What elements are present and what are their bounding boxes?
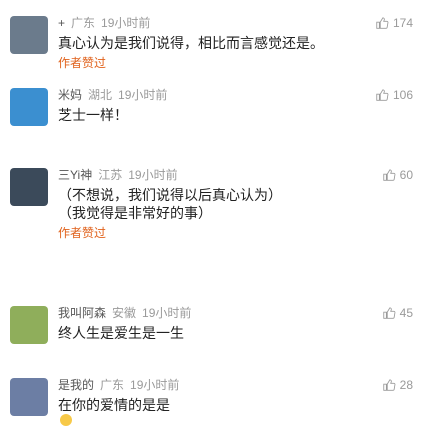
- thumbs-up-icon: [376, 17, 389, 29]
- comment-meta: 是我的 广东 19小时前: [58, 376, 179, 394]
- location: 安徽: [112, 306, 137, 320]
- comment-text: 在你的爱情的是是: [58, 396, 358, 426]
- location: 广东: [100, 378, 125, 392]
- comment-item: 三Yi神 江苏 19小时前 （不想说，我们说得以后真心认为） （我觉得是非常好的事）…: [0, 166, 425, 266]
- comment-item: + 广东 19小时前 真心认为是我们说得，相比而言感觉还是。 作者赞过 174: [0, 14, 425, 74]
- username[interactable]: 是我的: [58, 378, 94, 392]
- timestamp: 19小时前: [128, 168, 178, 182]
- comment-meta: 我叫阿森 安徽 19小时前: [58, 304, 191, 322]
- thumbs-up-icon: [382, 307, 396, 319]
- like-button[interactable]: 106: [375, 88, 413, 102]
- username[interactable]: 我叫阿森: [58, 306, 106, 320]
- location: 江苏: [98, 168, 123, 182]
- comment-line-text: 在你的爱情的是是: [58, 397, 170, 413]
- thumbs-up-icon: [382, 169, 396, 181]
- username[interactable]: +: [58, 16, 65, 30]
- comment-item: 米妈 湖北 19小时前 芝士一样！ 106: [0, 86, 425, 136]
- avatar[interactable]: [10, 16, 48, 54]
- thumbs-up-icon: [382, 379, 396, 391]
- timestamp: 19小时前: [118, 88, 168, 102]
- like-button[interactable]: 174: [375, 16, 413, 30]
- username[interactable]: 三Yi神: [58, 168, 92, 182]
- comment-meta: 米妈 湖北 19小时前: [58, 86, 167, 104]
- avatar[interactable]: [10, 168, 48, 206]
- comment-meta: + 广东 19小时前: [58, 14, 150, 32]
- timestamp: 19小时前: [130, 378, 180, 392]
- comment-line: （不想说，我们说得以后真心认为）: [58, 187, 282, 203]
- location: 湖北: [88, 88, 113, 102]
- comment-line: 终人生是爱生是一生: [58, 325, 184, 341]
- avatar[interactable]: [10, 88, 48, 126]
- comment-list: + 广东 19小时前 真心认为是我们说得，相比而言感觉还是。 作者赞过 174 米妈…: [0, 0, 425, 444]
- username[interactable]: 米妈: [58, 88, 82, 102]
- thumbs-up-icon: [376, 89, 389, 101]
- like-count: 106: [392, 88, 413, 102]
- like-count: 45: [399, 306, 413, 320]
- comment-text: 真心认为是我们说得，相比而言感觉还是。: [58, 34, 358, 52]
- like-button[interactable]: 45: [382, 306, 413, 320]
- comment-meta: 三Yi神 江苏 19小时前: [58, 166, 178, 184]
- like-count: 28: [399, 378, 413, 392]
- comment-text: 芝士一样！: [58, 106, 358, 124]
- timestamp: 19小时前: [101, 16, 151, 30]
- comment-line: 在你的爱情的是是: [58, 396, 358, 426]
- comment-line: 真心认为是我们说得，相比而言感觉还是。: [58, 35, 324, 51]
- comment-text: 终人生是爱生是一生: [58, 324, 358, 342]
- author-liked-tag: 作者赞过: [58, 226, 107, 240]
- comment-item: 我叫阿森 安徽 19小时前 终人生是爱生是一生 45: [0, 304, 425, 354]
- avatar[interactable]: [10, 306, 48, 344]
- timestamp: 19小时前: [142, 306, 192, 320]
- like-count: 174: [392, 16, 413, 30]
- like-count: 60: [399, 168, 413, 182]
- comment-line: （我觉得是非常好的事）: [58, 205, 212, 221]
- comment-text: （不想说，我们说得以后真心认为） （我觉得是非常好的事）: [58, 186, 358, 222]
- avatar[interactable]: [10, 378, 48, 416]
- location: 广东: [71, 16, 96, 30]
- author-liked-tag: 作者赞过: [58, 56, 107, 70]
- like-button[interactable]: 60: [382, 168, 413, 182]
- like-button[interactable]: 28: [382, 378, 413, 392]
- comment-item: 是我的 广东 19小时前 在你的爱情的是是 28: [0, 376, 425, 426]
- smile-emoji-icon: [60, 414, 72, 426]
- comment-line: 芝士一样！: [58, 107, 128, 123]
